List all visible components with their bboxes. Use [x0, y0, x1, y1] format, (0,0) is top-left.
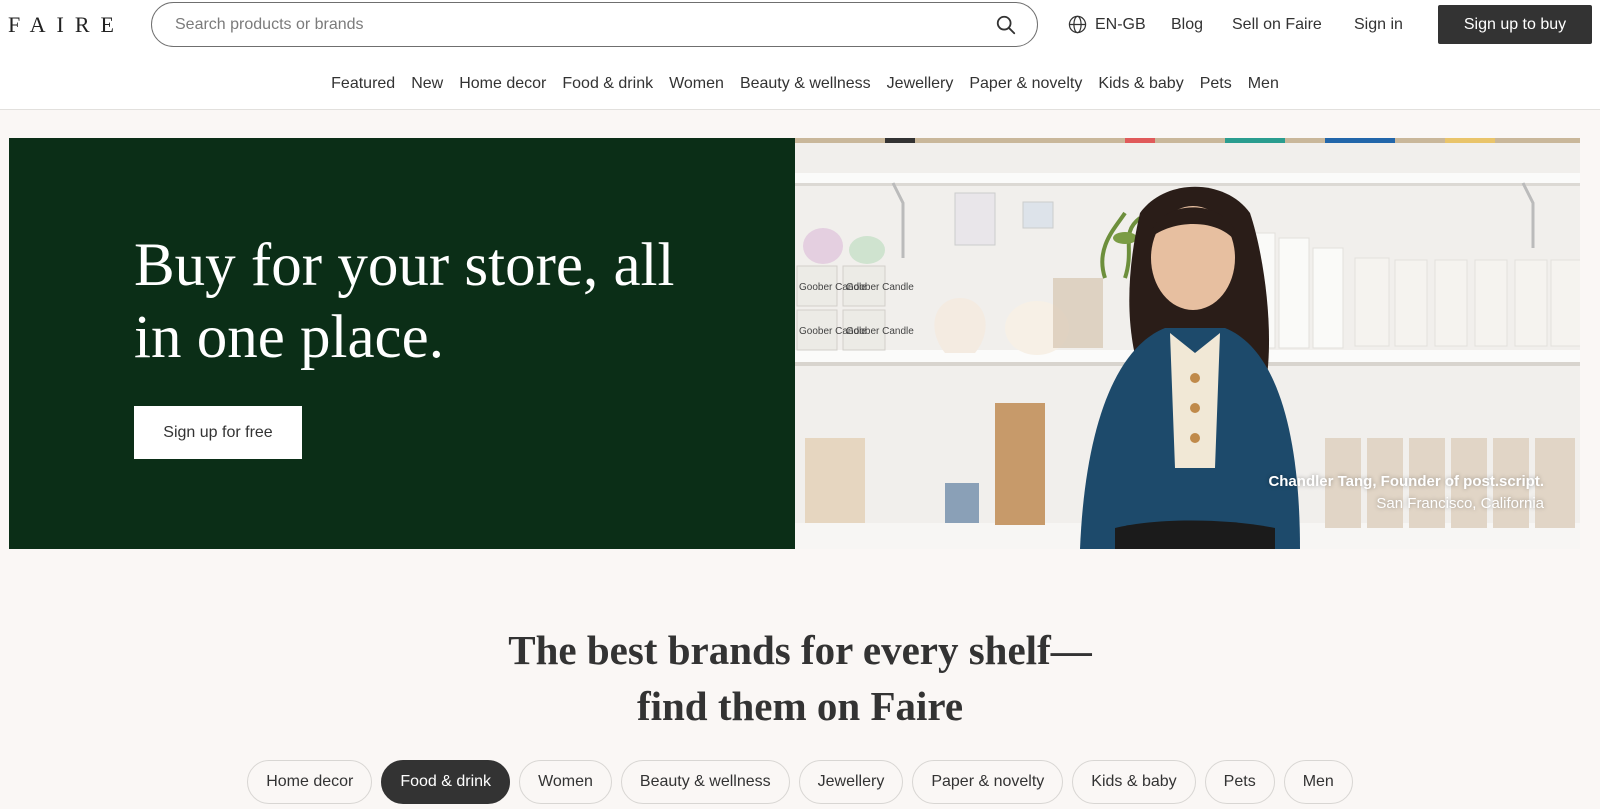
nav-item-men[interactable]: Men	[1248, 75, 1279, 93]
nav-item-women[interactable]: Women	[669, 75, 724, 93]
pill-jewellery[interactable]: Jewellery	[798, 760, 904, 804]
pill-food-drink[interactable]: Food & drink	[381, 760, 511, 804]
photo-caption: Chandler Tang, Founder of post.script. S…	[1268, 471, 1544, 515]
nav-item-kids-baby[interactable]: Kids & baby	[1098, 75, 1183, 93]
caption-location: San Francisco, California	[1376, 495, 1544, 512]
section-title: The best brands for every shelf— find th…	[0, 622, 1600, 734]
pill-beauty-wellness[interactable]: Beauty & wellness	[620, 760, 790, 804]
search-input[interactable]	[175, 13, 935, 37]
hero-photo: Goober Candle Goober Candle Goober Candl…	[795, 138, 1580, 549]
pill-pets[interactable]: Pets	[1204, 760, 1275, 804]
pill-kids-baby[interactable]: Kids & baby	[1072, 760, 1196, 804]
hero-title: Buy for your store, all in one place.	[134, 232, 675, 371]
top-header: FAIRE EN-GB Blog Sell on Faire Sign in S…	[0, 0, 1600, 110]
sign-up-to-buy-button[interactable]: Sign up to buy	[1438, 5, 1592, 44]
goober-candle-label: Goober Candle	[846, 282, 914, 293]
nav-item-beauty-wellness[interactable]: Beauty & wellness	[740, 75, 871, 93]
sell-on-faire-link[interactable]: Sell on Faire	[1232, 16, 1322, 34]
language-label: EN-GB	[1095, 16, 1146, 33]
pill-men[interactable]: Men	[1283, 760, 1353, 804]
search-icon[interactable]	[995, 14, 1017, 36]
nav-item-home-decor[interactable]: Home decor	[459, 75, 546, 93]
caption-name: Chandler Tang, Founder of post.script.	[1268, 473, 1544, 490]
sign-up-for-free-button[interactable]: Sign up for free	[134, 406, 302, 459]
blog-link[interactable]: Blog	[1171, 16, 1203, 34]
nav-item-paper-novelty[interactable]: Paper & novelty	[969, 75, 1082, 93]
section-title-line-1: The best brands for every shelf—	[508, 627, 1092, 673]
goober-candle-label: Goober Candle	[846, 326, 914, 337]
nav-item-food-drink[interactable]: Food & drink	[562, 75, 653, 93]
category-pills: Home decor Food & drink Women Beauty & w…	[0, 760, 1600, 804]
category-nav: Featured New Home decor Food & drink Wom…	[0, 75, 1600, 93]
section-title-line-2: find them on Faire	[636, 683, 964, 729]
nav-item-jewellery[interactable]: Jewellery	[887, 75, 954, 93]
pill-paper-novelty[interactable]: Paper & novelty	[912, 760, 1064, 804]
faire-logo[interactable]: FAIRE	[8, 12, 125, 38]
nav-item-new[interactable]: New	[411, 75, 443, 93]
globe-icon	[1068, 15, 1087, 34]
sign-in-link[interactable]: Sign in	[1354, 16, 1403, 34]
nav-item-pets[interactable]: Pets	[1200, 75, 1232, 93]
hero-text-panel: Buy for your store, all in one place. Si…	[9, 138, 795, 549]
nav-item-featured[interactable]: Featured	[331, 75, 395, 93]
pill-women[interactable]: Women	[519, 760, 612, 804]
pill-home-decor[interactable]: Home decor	[247, 760, 373, 804]
hero-banner: Buy for your store, all in one place. Si…	[9, 138, 1580, 549]
search-bar[interactable]	[151, 2, 1038, 47]
